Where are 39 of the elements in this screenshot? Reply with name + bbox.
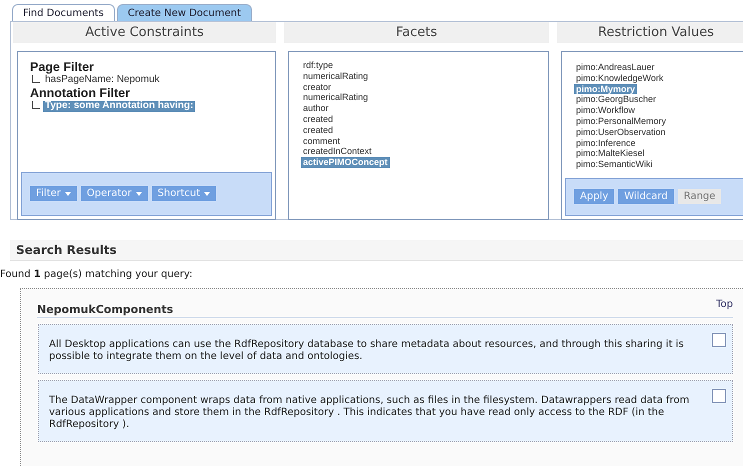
tab[interactable]: Find Documents [12, 4, 115, 21]
value-item[interactable]: pimo:AndreasLauer [574, 62, 657, 73]
facet-item[interactable]: author [301, 103, 331, 114]
facet-item[interactable]: createdInContext [301, 146, 374, 158]
snippet-text: All Desktop applications can use the RdfRepository database to share metadata about resources, and through this sharing it is possible to integrate them on the level of data and ontologies. [49, 338, 685, 363]
section-heading: Search Results [10, 240, 743, 261]
caret-icon [204, 192, 210, 196]
facet-item[interactable]: comment [301, 136, 342, 146]
caret-icon [136, 192, 142, 196]
value-item[interactable]: pimo:Workflow [574, 105, 637, 116]
results-summary: Found 1 page(s) matching your query: [0, 269, 194, 280]
value-item[interactable]: pimo:GeorgBuscher [574, 94, 658, 106]
facet-item[interactable]: rdf:type [301, 60, 336, 71]
top-link[interactable]: Top [716, 299, 733, 310]
tab[interactable]: Create New Document [116, 4, 252, 21]
filter-heading: Page Filter [30, 62, 95, 73]
value-item[interactable]: pimo:Inference [574, 138, 638, 148]
facet-item[interactable]: created [301, 114, 336, 125]
facet-item[interactable]: created [301, 124, 336, 136]
value-item[interactable]: pimo:MalteKiesel [574, 148, 647, 160]
value-item[interactable]: pimo:KnowledgeWork [574, 72, 666, 84]
value-item[interactable]: pimo:SemanticWiki [574, 159, 655, 170]
column-heading: Facets [284, 22, 549, 43]
value-item[interactable]: pimo:PersonalMemory [574, 116, 668, 127]
facet-item[interactable]: numericalRating [301, 70, 370, 82]
facet-item[interactable]: numericalRating [301, 92, 370, 104]
value-item[interactable]: pimo:UserObservation [574, 126, 668, 138]
constraint-item[interactable]: hasPageName: Nepomuk [43, 75, 162, 86]
column-heading: Restriction Values [557, 22, 743, 43]
snippet-text: The DataWrapper component wraps data from native applications, such as files in the filesystem. Datawrappers read data from various applications and store them in the RdfRepository . This indicates that you have read only access to the RDF (in the RdfRepository ). [49, 394, 690, 431]
facet-item[interactable]: creator [301, 82, 334, 92]
result-title: NepomukComponents [37, 303, 174, 316]
tree-connector-icon [32, 100, 40, 109]
checkbox[interactable] [712, 389, 726, 403]
checkbox[interactable] [712, 333, 726, 347]
filter-heading: Annotation Filter [30, 88, 131, 99]
caret-icon [64, 192, 71, 196]
column-heading: Active Constraints [13, 22, 276, 43]
tree-connector-icon [32, 74, 40, 83]
